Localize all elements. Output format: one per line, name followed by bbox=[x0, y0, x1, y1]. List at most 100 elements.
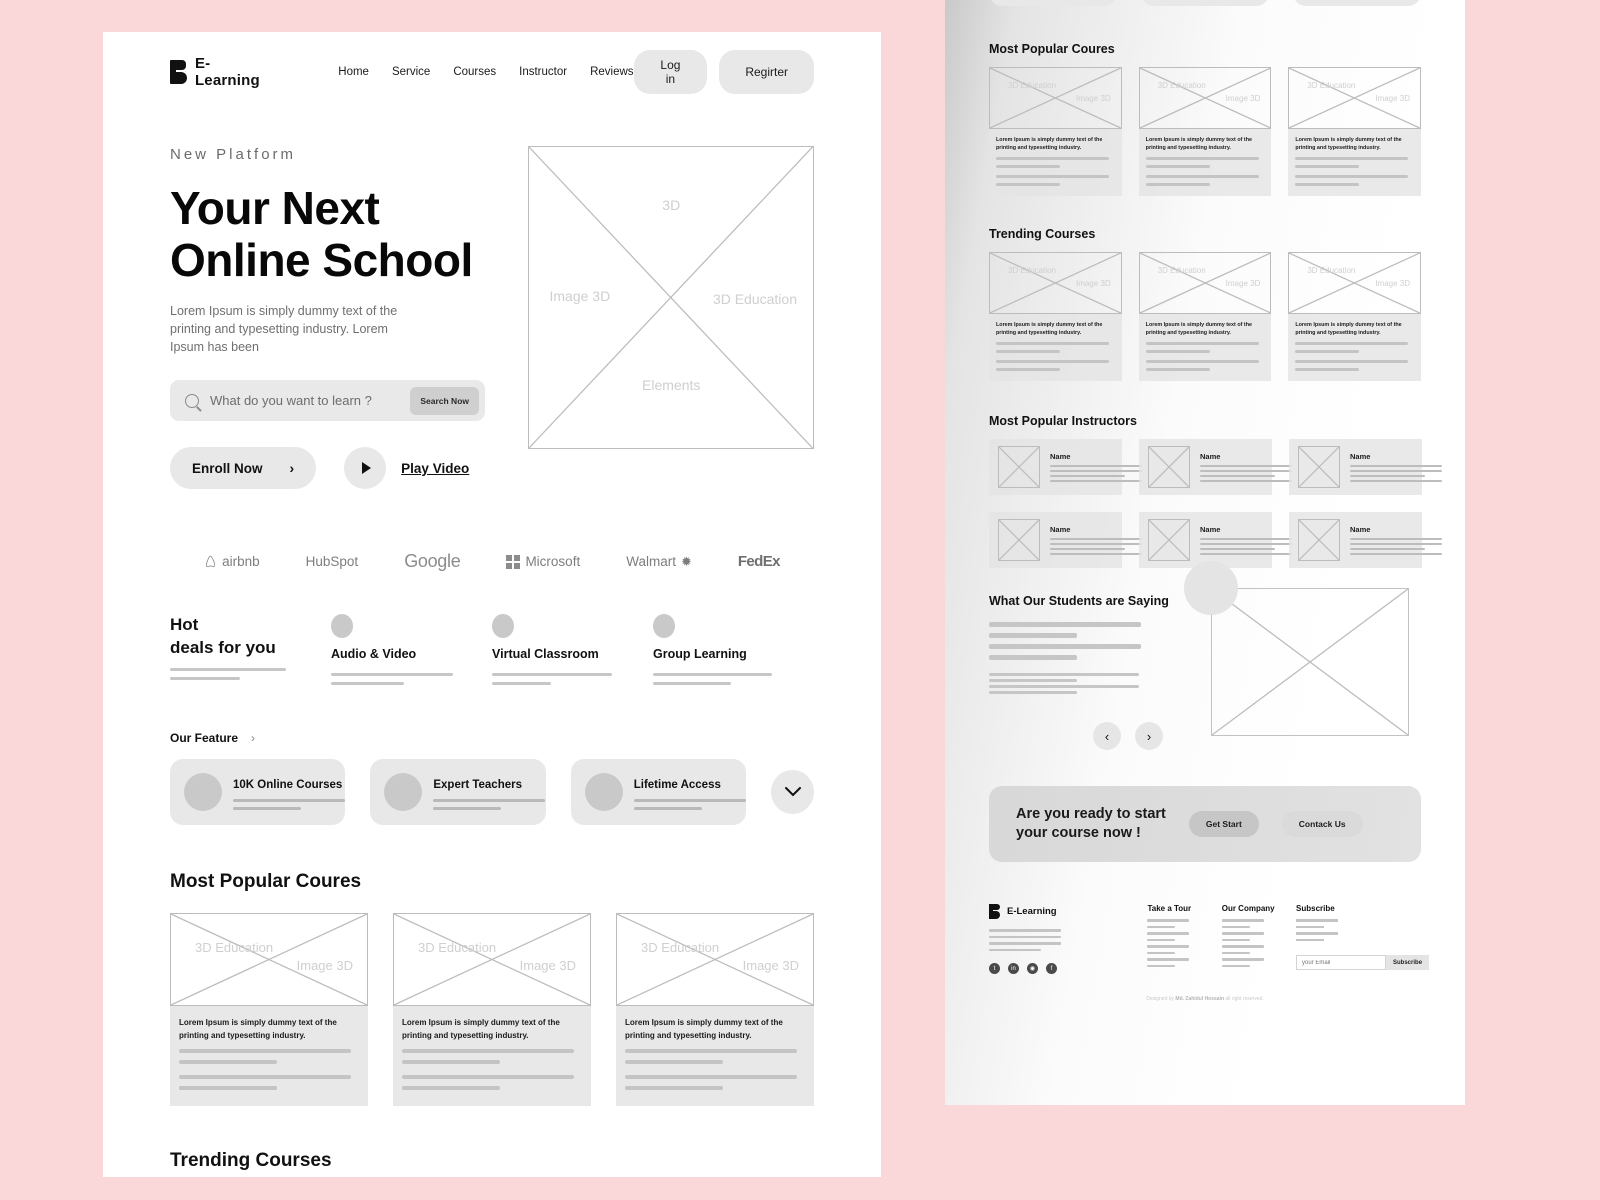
hero-eyebrow: New Platform bbox=[170, 146, 297, 163]
right-page-mockup: Most Popular Coures 3D Education Image 3D… bbox=[945, 0, 1465, 1105]
testimonial-prev-button[interactable]: ‹ bbox=[1093, 722, 1121, 751]
search-now-button[interactable]: Search Now bbox=[410, 386, 479, 415]
course-ph-line1: 3D Education bbox=[1008, 81, 1057, 90]
footer-link[interactable] bbox=[1221, 938, 1250, 942]
brand-logo[interactable]: E-Learning bbox=[170, 55, 270, 89]
instructor-avatar-placeholder bbox=[998, 519, 1040, 562]
course-card[interactable]: 3D Education Image 3D Lorem Ipsum is simpl… bbox=[393, 913, 591, 1107]
placeholder-cross-icon bbox=[1298, 446, 1340, 488]
play-video-label[interactable]: Play Video bbox=[401, 461, 469, 476]
logo-airbnb: airbnb bbox=[204, 554, 260, 569]
instructor-card[interactable]: Name bbox=[1289, 439, 1442, 496]
course-ph-line1: 3D Education bbox=[1008, 266, 1057, 276]
deal-item-virtual-classroom[interactable]: Virtual Classroom bbox=[492, 614, 653, 686]
instructor-name: Name bbox=[1050, 452, 1071, 462]
decor-line bbox=[179, 1049, 351, 1054]
instructor-name: Name bbox=[1350, 452, 1371, 462]
deal-item-audio-video[interactable]: Audio & Video bbox=[331, 614, 492, 686]
course-card[interactable]: 3D Education Image 3D Lorem Ipsum is simpl… bbox=[989, 67, 1122, 197]
nav-item-reviews[interactable]: Reviews bbox=[590, 66, 633, 78]
r-trending-courses-cards: 3D Education Image 3D Lorem Ipsum is simpl… bbox=[989, 252, 1422, 382]
footer-link[interactable] bbox=[1221, 919, 1264, 922]
instagram-icon[interactable]: ◉ bbox=[1027, 963, 1038, 975]
footer-col-take-a-tour: Take a Tour bbox=[1147, 904, 1221, 974]
decor-line bbox=[1145, 350, 1210, 354]
footer-link[interactable] bbox=[1221, 945, 1264, 948]
course-card[interactable]: 3D Education Image 3D Lorem Ipsum is simpl… bbox=[989, 252, 1122, 382]
nav-item-service[interactable]: Service bbox=[392, 66, 430, 78]
nav-item-instructor[interactable]: Instructor bbox=[519, 66, 567, 78]
footer-col-heading: Our Company bbox=[1221, 904, 1275, 914]
feature-card[interactable]: 10K Online Courses bbox=[170, 759, 346, 826]
footer-link[interactable] bbox=[1221, 932, 1264, 935]
feature-card[interactable]: Expert Teachers bbox=[370, 759, 546, 826]
register-button[interactable]: Regirter bbox=[719, 50, 814, 94]
decor-line bbox=[625, 1086, 723, 1091]
facebook-icon[interactable]: f bbox=[1046, 963, 1057, 975]
footer-brand[interactable]: E-Learning bbox=[989, 904, 1147, 920]
footer-link[interactable] bbox=[1147, 938, 1176, 942]
course-card[interactable]: 3D Education Image 3D Lorem Ipsum is simpl… bbox=[616, 913, 814, 1107]
course-ph-line2: Image 3D bbox=[1075, 94, 1111, 103]
contact-us-button[interactable]: Contack Us bbox=[1281, 811, 1363, 838]
course-card[interactable]: 3D Education Image 3D Lorem Ipsum is simpl… bbox=[170, 913, 368, 1107]
section-title-testimonials: What Our Students are Saying bbox=[989, 594, 1169, 609]
hero-cta-row: Enroll Now › Play Video bbox=[170, 447, 493, 490]
footer-link[interactable] bbox=[1147, 964, 1176, 968]
decor-line bbox=[996, 157, 1109, 161]
course-card-body: Lorem Ipsum is simply dummy text of the … bbox=[1138, 129, 1272, 197]
instructor-card[interactable]: Name bbox=[989, 439, 1142, 496]
feature-card[interactable]: Lifetime Access bbox=[570, 759, 747, 826]
get-start-button[interactable]: Get Start bbox=[1188, 811, 1259, 838]
footer-link[interactable] bbox=[1147, 932, 1190, 935]
instructor-card[interactable]: Name bbox=[1139, 512, 1292, 569]
subscribe-email-input[interactable] bbox=[1296, 955, 1387, 971]
feature-avatar-icon bbox=[184, 773, 222, 812]
course-card[interactable]: 3D Education Image 3D Lorem Ipsum is simpl… bbox=[1288, 67, 1422, 197]
play-video-button[interactable] bbox=[344, 447, 387, 490]
decor-line bbox=[1295, 360, 1409, 364]
footer-link[interactable] bbox=[1147, 951, 1176, 955]
nav-item-home[interactable]: Home bbox=[338, 66, 369, 78]
testimonial-nav: ‹ › bbox=[1093, 722, 1189, 751]
footer-link[interactable] bbox=[1221, 951, 1250, 955]
instructor-card[interactable]: Name bbox=[1289, 512, 1442, 569]
instructor-card[interactable]: Name bbox=[1139, 439, 1292, 496]
footer-link[interactable] bbox=[1147, 919, 1190, 922]
course-card[interactable]: 3D Education Image 3D Lorem Ipsum is simpl… bbox=[1138, 252, 1272, 382]
nav-actions: Log in Regirter bbox=[633, 50, 814, 94]
decor-line bbox=[233, 806, 301, 810]
enroll-now-button[interactable]: Enroll Now › bbox=[170, 447, 317, 490]
testimonial-next-button[interactable]: › bbox=[1135, 722, 1163, 751]
footer-link[interactable] bbox=[1221, 925, 1250, 929]
search-input[interactable] bbox=[210, 393, 411, 409]
course-image-placeholder: 3D Education Image 3D bbox=[1288, 67, 1422, 129]
course-card[interactable]: 3D Education Image 3D Lorem Ipsum is simpl… bbox=[1138, 67, 1272, 197]
login-button[interactable]: Log in bbox=[633, 50, 708, 94]
instructor-avatar-placeholder bbox=[1148, 446, 1190, 489]
footer-link[interactable] bbox=[1221, 958, 1264, 961]
decor-line bbox=[996, 183, 1060, 187]
feature-cards-row: 10K Online Courses Expert Teachers Lifet… bbox=[170, 759, 815, 826]
twitter-icon[interactable]: t bbox=[989, 963, 1000, 975]
course-card[interactable]: 3D Education Image 3D Lorem Ipsum is simpl… bbox=[1288, 252, 1422, 382]
footer-link[interactable] bbox=[1221, 964, 1250, 968]
subscribe-button[interactable]: Subscribe bbox=[1386, 955, 1430, 971]
left-page-mockup: E-Learning Home Service Courses Instruct… bbox=[103, 32, 881, 1177]
deal-item-group-learning[interactable]: Group Learning bbox=[653, 614, 814, 686]
decor-line bbox=[1295, 342, 1409, 346]
chevron-right-icon[interactable]: › bbox=[251, 731, 255, 745]
footer-link[interactable] bbox=[1147, 925, 1176, 929]
course-image-placeholder: 3D Education Image 3D bbox=[1288, 252, 1422, 315]
deal-icon bbox=[331, 614, 353, 639]
linkedin-icon[interactable]: in bbox=[1008, 963, 1019, 975]
instructor-card[interactable]: Name bbox=[989, 512, 1142, 569]
chevron-down-icon[interactable] bbox=[771, 770, 815, 815]
footer-link[interactable] bbox=[1147, 945, 1190, 948]
decor-line bbox=[1296, 938, 1325, 942]
decor-line bbox=[653, 673, 772, 677]
partial-card bbox=[1293, 0, 1421, 6]
course-card-text: Lorem Ipsum is simply dummy text of the … bbox=[179, 1018, 337, 1040]
footer-link[interactable] bbox=[1147, 958, 1190, 961]
nav-item-courses[interactable]: Courses bbox=[453, 66, 496, 78]
